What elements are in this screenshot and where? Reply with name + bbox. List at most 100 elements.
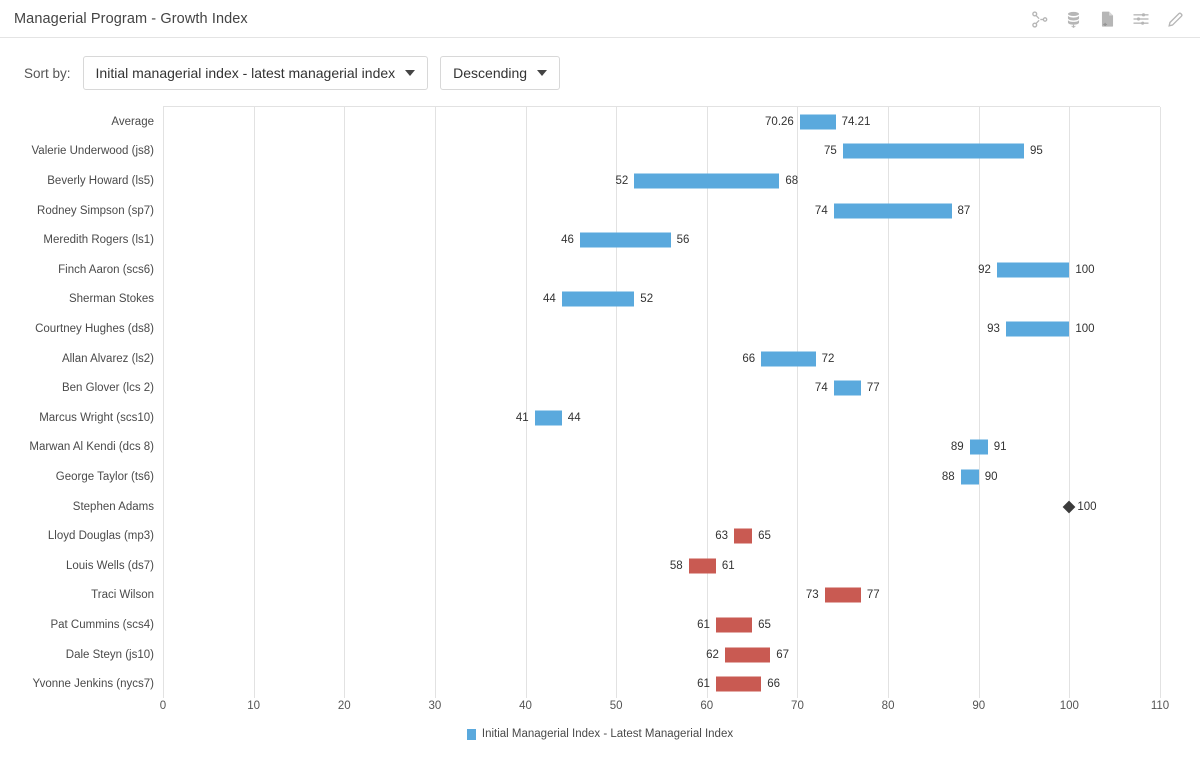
x-axis-tick: 70 [791, 700, 804, 712]
gridline [1160, 107, 1161, 698]
chart-row[interactable]: George Taylor (ts6) 88 90 [56, 462, 1160, 492]
app-header: Managerial Program - Growth Index [0, 0, 1200, 38]
chart-row-label: Pat Cummins (scs4) [50, 618, 154, 631]
chart-end-value: 77 [866, 589, 880, 602]
chart-end-value: 72 [821, 352, 835, 365]
chart-start-value: 88 [941, 470, 955, 483]
chart-bar[interactable] [579, 232, 671, 248]
sort-controls: Sort by: Initial managerial index - late… [0, 38, 1200, 106]
chart-bar[interactable] [833, 203, 952, 219]
x-axis-tick: 20 [337, 700, 351, 712]
chart-end-value: 95 [1030, 145, 1043, 158]
chart-bar[interactable] [724, 647, 771, 663]
chart-row[interactable]: Marcus Wright (scs10) 41 44 [39, 403, 1160, 433]
chart-bar[interactable] [960, 469, 979, 485]
chart-end-value: 52 [640, 293, 654, 306]
chart-row[interactable]: Allan Alvarez (ls2) 66 72 [62, 344, 1160, 374]
chart-container: Average 70.26 74.21 Valerie Underwood (js8)… [0, 106, 1200, 740]
chart-row-label: Stephen Adams [72, 500, 154, 513]
chart-legend: Initial Managerial Index - Latest Manage… [0, 728, 1200, 740]
chart-start-value: 52 [615, 174, 629, 187]
sort-order-select[interactable]: Descending [440, 56, 561, 90]
chart-row[interactable]: Ben Glover (lcs 2) 74 77 [62, 373, 1160, 403]
chart-row-label: Marcus Wright (scs10) [39, 411, 154, 424]
header-toolbar [1026, 0, 1188, 38]
chart-row[interactable]: Traci Wilson 73 77 [91, 581, 1160, 611]
chart-bar[interactable] [634, 173, 780, 189]
chart-bar[interactable] [824, 587, 861, 603]
chart-row[interactable]: Valerie Underwood (js8) 75 95 [31, 137, 1160, 167]
chart-row[interactable]: Louis Wells (ds7) 58 61 [66, 551, 1160, 581]
chart-bar[interactable] [996, 262, 1070, 278]
chart-end-value: 74.21 [841, 115, 871, 128]
chart-bar[interactable] [534, 410, 562, 426]
chart-bar[interactable] [761, 351, 816, 367]
chart-end-value: 90 [984, 470, 998, 483]
database-download-icon[interactable] [1060, 6, 1086, 32]
x-axis-tick: 100 [1059, 700, 1079, 712]
page-title: Managerial Program - Growth Index [14, 10, 248, 27]
share-network-icon[interactable] [1026, 6, 1052, 32]
x-axis-tick: 0 [159, 700, 167, 712]
x-axis-tick: 110 [1150, 700, 1170, 712]
chart-row-label: Allan Alvarez (ls2) [61, 352, 154, 365]
chart-row[interactable]: Rodney Simpson (sp7) 74 87 [37, 196, 1160, 226]
chart-start-value: 46 [561, 234, 574, 247]
chart-end-value: 44 [567, 411, 581, 424]
chart-x-axis: 0 10 20 30 40 50 60 70 80 90 100 110 [159, 698, 1169, 720]
chart-bar[interactable] [715, 617, 753, 633]
x-axis-tick: 90 [972, 700, 986, 712]
chart-start-value: 63 [715, 530, 729, 543]
chart-start-value: 93 [987, 322, 1000, 335]
chart-bar[interactable] [734, 528, 753, 544]
chart-row[interactable]: Dale Steyn (js10) 62 67 [66, 640, 1160, 670]
chart-row-label: Ben Glover (lcs 2) [61, 382, 154, 395]
chart-row[interactable]: Marwan Al Kendi (dcs 8) 89 91 [29, 433, 1160, 463]
chart-row[interactable]: Beverly Howard (ls5) 52 68 [47, 166, 1160, 196]
chart-bar[interactable] [561, 291, 635, 307]
chart-row-label: George Taylor (ts6) [55, 470, 154, 483]
chart-row-label: Average [111, 115, 154, 128]
chart-start-value: 61 [697, 678, 710, 691]
legend-swatch [466, 728, 476, 740]
chart-start-value: 58 [669, 559, 683, 572]
chart-row[interactable]: Lloyd Douglas (mp3) 63 65 [48, 521, 1160, 551]
list-settings-icon[interactable] [1128, 6, 1154, 32]
chart-row-label: Meredith Rogers (ls1) [43, 234, 154, 247]
chart-row[interactable]: Average 70.26 74.21 [111, 107, 1160, 137]
chart-bar[interactable] [1005, 321, 1070, 337]
document-download-icon[interactable] [1094, 6, 1120, 32]
sort-field-select[interactable]: Initial managerial index - latest manage… [82, 56, 429, 90]
chart-row-label: Lloyd Douglas (mp3) [47, 530, 154, 543]
chart-point-marker[interactable] [1062, 500, 1076, 513]
chart-start-value: 74 [814, 204, 828, 217]
chart-end-value: 56 [676, 234, 690, 247]
chart-row[interactable]: Finch Aaron (scs6) 92 100 [58, 255, 1160, 285]
chart-row-label: Valerie Underwood (js8) [31, 145, 154, 158]
chart-bar[interactable] [842, 143, 1025, 159]
pencil-edit-icon[interactable] [1162, 6, 1188, 32]
chart-start-value: 61 [697, 618, 710, 631]
chart-end-value: 65 [758, 530, 771, 543]
chart-row[interactable]: Meredith Rogers (ls1) 46 56 [43, 225, 1160, 255]
chart-row[interactable]: Courtney Hughes (ds8) 93 100 [35, 314, 1160, 344]
chart-bar[interactable] [715, 676, 762, 692]
chart-row-label: Finch Aaron (scs6) [58, 263, 154, 276]
chart-start-value: 66 [742, 352, 756, 365]
sort-by-label: Sort by: [24, 65, 71, 81]
chevron-down-icon [405, 70, 416, 76]
chart-start-value: 70.26 [765, 115, 794, 128]
chart-bar[interactable] [799, 114, 836, 130]
chart-bar[interactable] [969, 439, 988, 455]
chart-end-value: 61 [721, 559, 735, 572]
chart-row[interactable]: Stephen Adams 100 [73, 492, 1160, 522]
chart-row[interactable]: Yvonne Jenkins (nycs7) 61 66 [33, 669, 1160, 699]
chart-start-value: 41 [515, 411, 529, 424]
chart-bar[interactable] [833, 380, 861, 396]
chart-row[interactable]: Pat Cummins (scs4) 61 65 [50, 610, 1160, 640]
chart-row-label: Dale Steyn (js10) [65, 648, 154, 661]
chart-start-value: 73 [805, 589, 819, 602]
chart-bar[interactable] [688, 558, 716, 574]
chart-row[interactable]: Sherman Stokes 44 52 [69, 285, 1160, 315]
chart-row-label: Traci Wilson [91, 589, 154, 602]
